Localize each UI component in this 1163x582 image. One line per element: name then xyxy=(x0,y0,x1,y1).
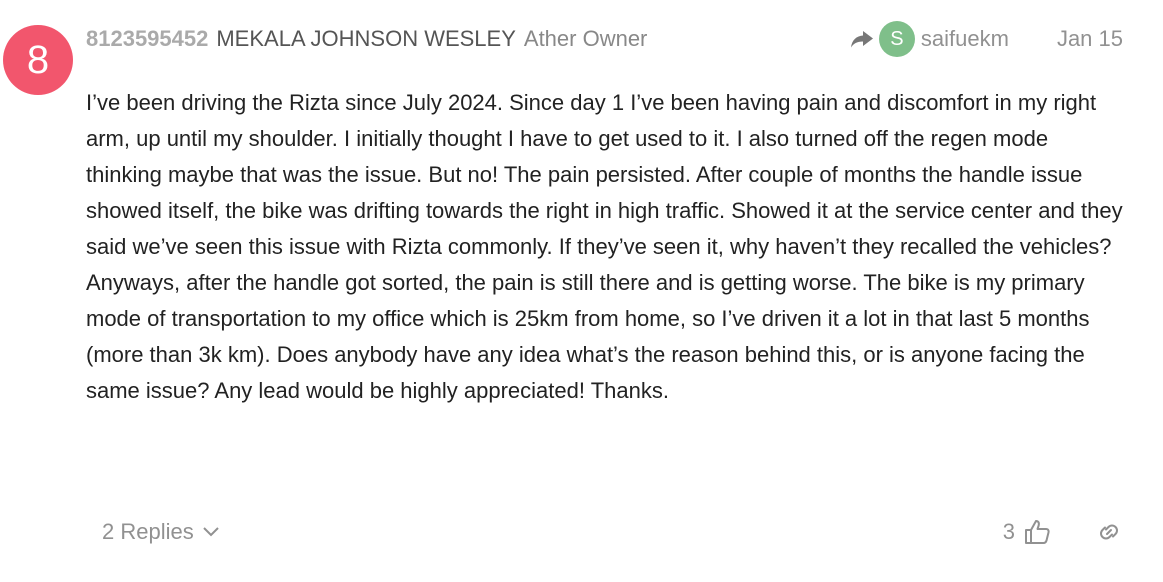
post-body: I’ve been driving the Rizta since July 2… xyxy=(86,90,1123,403)
replies-label: 2 Replies xyxy=(102,519,194,544)
reply-to-avatar[interactable]: S xyxy=(878,21,915,57)
post-controls: 2 Replies 3 xyxy=(86,510,1123,554)
link-icon xyxy=(1100,524,1118,540)
user-title: Ather Owner xyxy=(523,26,648,51)
share-link-button[interactable] xyxy=(1095,518,1123,546)
forum-post: 8 8123595452 MEKALA JOHNSON WESLEY Ather… xyxy=(0,0,1163,582)
user-avatar[interactable]: 8 xyxy=(3,25,73,95)
full-name[interactable]: MEKALA JOHNSON WESLEY xyxy=(216,26,516,52)
like-button[interactable] xyxy=(1023,518,1051,546)
reply-arrow-icon[interactable] xyxy=(849,28,875,50)
username[interactable]: 8123595452 xyxy=(86,26,208,52)
chevron-down-icon xyxy=(202,526,220,538)
thumbs-up-icon xyxy=(1025,520,1050,544)
post-date[interactable]: Jan 15 xyxy=(1057,26,1123,52)
post-meta: 8123595452 MEKALA JOHNSON WESLEY Ather O… xyxy=(86,21,1123,57)
reply-to-avatar-letter: S xyxy=(890,27,904,50)
avatar-letter: 8 xyxy=(26,38,50,82)
like-count[interactable]: 3 xyxy=(1003,519,1015,545)
show-replies-button[interactable]: 2 Replies xyxy=(86,510,236,554)
reply-to-username[interactable]: saifuekm xyxy=(921,26,1009,52)
